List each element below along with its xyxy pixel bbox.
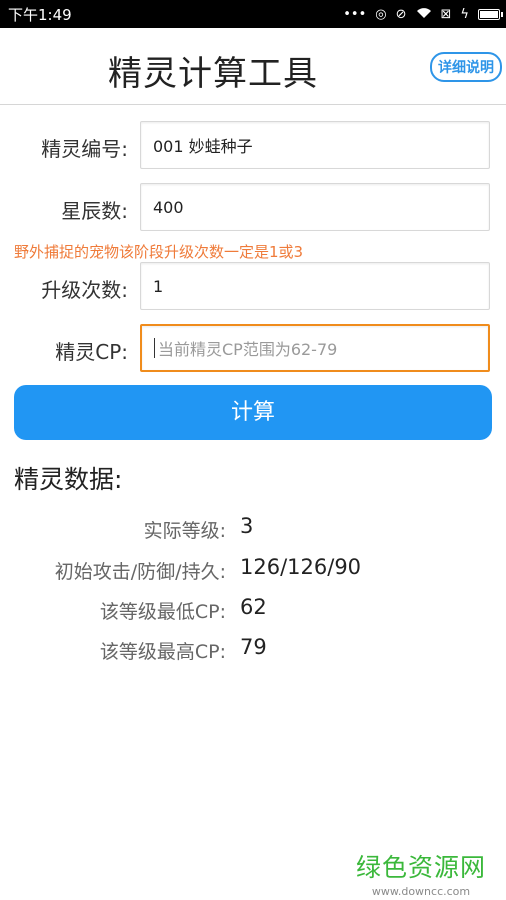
stardust-value: 400 bbox=[153, 197, 184, 217]
result-value: 79 bbox=[240, 635, 267, 659]
result-row: 实际等级: 3 bbox=[0, 512, 506, 542]
status-time: 下午1:49 bbox=[8, 5, 72, 24]
result-row: 初始攻击/防御/持久: 126/126/90 bbox=[0, 553, 506, 583]
calculate-button[interactable]: 计算 bbox=[14, 385, 492, 440]
result-label: 该等级最高CP: bbox=[99, 641, 226, 663]
charging-icon: ϟ bbox=[460, 6, 469, 22]
stardust-field[interactable]: 400 bbox=[140, 183, 490, 231]
pokemon-id-label: 精灵编号: bbox=[41, 137, 128, 161]
watermark-name: 绿色资源网 bbox=[355, 853, 486, 882]
page-title: 精灵计算工具 bbox=[108, 54, 318, 94]
status-icons: ••• ◎ ⊘ ⊠ ϟ bbox=[343, 6, 503, 22]
text-caret bbox=[154, 338, 155, 358]
stardust-label: 星辰数: bbox=[61, 199, 128, 223]
row-cp: 精灵CP: 当前精灵CP范围为62-79 bbox=[0, 324, 506, 372]
result-row: 该等级最低CP: 62 bbox=[0, 593, 506, 623]
upgrades-field[interactable]: 1 bbox=[140, 262, 490, 310]
row-stardust: 星辰数: 400 bbox=[0, 183, 506, 231]
result-label: 该等级最低CP: bbox=[99, 601, 226, 623]
wifi-icon bbox=[416, 7, 432, 22]
cp-label: 精灵CP: bbox=[55, 340, 128, 364]
app-screen: 下午1:49 ••• ◎ ⊘ ⊠ ϟ 精灵计算工具 详细说明 精灵编号: 001… bbox=[0, 0, 506, 900]
no-sim-icon: ⊠ bbox=[440, 6, 452, 22]
row-upgrades: 升级次数: 1 bbox=[0, 262, 506, 310]
cp-input[interactable]: 当前精灵CP范围为62-79 bbox=[140, 324, 490, 372]
status-bar: 下午1:49 ••• ◎ ⊘ ⊠ ϟ bbox=[0, 0, 506, 28]
help-button[interactable]: 详细说明 bbox=[430, 52, 502, 82]
result-row: 该等级最高CP: 79 bbox=[0, 633, 506, 663]
result-value: 126/126/90 bbox=[240, 555, 362, 579]
mute-icon: ⊘ bbox=[395, 6, 407, 22]
upgrade-warning: 野外捕捉的宠物该阶段升级次数一定是1或3 bbox=[14, 243, 304, 261]
pokemon-id-field[interactable]: 001 妙蛙种子 bbox=[140, 121, 490, 169]
result-value: 62 bbox=[240, 595, 267, 619]
watermark: 绿色资源网 www.downcc.com bbox=[356, 848, 486, 898]
cp-placeholder: 当前精灵CP范围为62-79 bbox=[158, 340, 338, 359]
upgrades-value: 1 bbox=[153, 276, 164, 296]
result-value: 3 bbox=[240, 514, 254, 538]
app-header: 精灵计算工具 详细说明 bbox=[0, 28, 506, 105]
result-label: 实际等级: bbox=[143, 520, 226, 542]
upgrades-label: 升级次数: bbox=[41, 278, 128, 302]
battery-icon bbox=[478, 8, 503, 20]
row-pokemon-id: 精灵编号: 001 妙蛙种子 bbox=[0, 121, 506, 169]
results-title: 精灵数据: bbox=[14, 465, 123, 494]
sync-icon: ◎ bbox=[375, 6, 387, 22]
result-label: 初始攻击/防御/持久: bbox=[54, 561, 226, 583]
watermark-url: www.downcc.com bbox=[371, 885, 471, 898]
more-dots-icon: ••• bbox=[343, 6, 367, 22]
pokemon-id-value: 001 妙蛙种子 bbox=[153, 137, 253, 156]
